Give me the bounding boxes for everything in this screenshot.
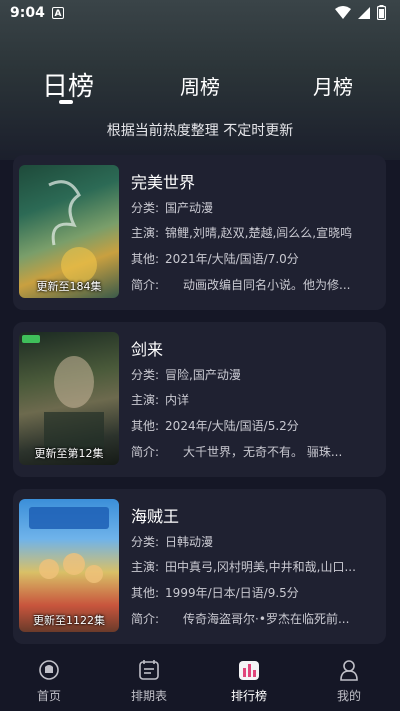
intro-value: 传奇海盗哥尔·•罗杰在临死前... xyxy=(183,612,350,626)
other-value: 1999年/日本/日语/9.5分 xyxy=(165,586,299,600)
episode-badge: 更新至184集 xyxy=(36,280,102,293)
cast-label: 主演: xyxy=(131,226,160,240)
category-row: 分类: 冒险,国产动漫 xyxy=(131,366,381,383)
intro-row: 简介: 动画改编自同名小说。他为修... xyxy=(131,276,381,293)
poster-image: 更新至第12集 xyxy=(19,332,119,465)
other-value: 2024年/大陆/国语/5.2分 xyxy=(165,419,299,433)
notification-icon: A xyxy=(52,7,64,19)
tab-daily[interactable]: 日榜 xyxy=(42,66,94,103)
other-label: 其他: xyxy=(131,586,160,600)
category-row: 分类: 国产动漫 xyxy=(131,199,381,216)
category-label: 分类: xyxy=(131,368,160,382)
category-label: 分类: xyxy=(131,535,160,549)
intro-row: 简介: 传奇海盗哥尔·•罗杰在临死前... xyxy=(131,610,381,627)
card-title: 剑来 xyxy=(131,340,164,359)
cast-label: 主演: xyxy=(131,393,160,407)
tab-indicator xyxy=(59,100,73,104)
status-time: 9:04 xyxy=(10,5,45,21)
ranking-card[interactable]: 更新至第12集 剑来 分类: 冒险,国产动漫 主演: 内详 其他: 2024年/大陆/… xyxy=(13,322,386,477)
nav-label: 排行榜 xyxy=(230,689,267,703)
category-label: 分类: xyxy=(131,201,160,215)
intro-label: 简介: xyxy=(131,445,160,459)
nav-ranking[interactable]: 排行榜 xyxy=(209,659,289,704)
nav-schedule[interactable]: 排期表 xyxy=(109,659,189,704)
card-title: 海贼王 xyxy=(131,507,180,526)
nav-label: 我的 xyxy=(336,689,361,703)
card-title: 完美世界 xyxy=(131,173,196,192)
category-value: 冒险,国产动漫 xyxy=(165,368,241,382)
cast-value: 田中真弓,冈村明美,中井和哉,山口... xyxy=(165,560,356,574)
schedule-icon xyxy=(139,660,159,680)
category-value: 国产动漫 xyxy=(165,201,214,215)
other-value: 2021年/大陆/国语/7.0分 xyxy=(165,252,299,266)
episode-badge: 更新至1122集 xyxy=(33,614,105,627)
ranking-card[interactable]: 更新至184集 完美世界 分类: 国产动漫 主演: 锦鲤,刘晴,赵双,楚越,闾么么,… xyxy=(13,155,386,310)
tab-weekly[interactable]: 周榜 xyxy=(180,71,220,100)
cast-label: 主演: xyxy=(131,560,160,574)
home-icon xyxy=(39,660,59,680)
other-row: 其他: 1999年/日本/日语/9.5分 xyxy=(131,584,381,601)
other-row: 其他: 2021年/大陆/国语/7.0分 xyxy=(131,250,381,267)
tab-monthly[interactable]: 月榜 xyxy=(313,71,353,100)
poster-image: 更新至1122集 xyxy=(19,499,119,632)
episode-badge: 更新至第12集 xyxy=(34,447,104,460)
cast-row: 主演: 锦鲤,刘晴,赵双,楚越,闾么么,宣晓鸣 xyxy=(131,224,381,241)
battery-icon xyxy=(377,5,386,20)
profile-icon xyxy=(340,660,358,681)
cast-value: 锦鲤,刘晴,赵双,楚越,闾么么,宣晓鸣 xyxy=(165,226,353,240)
cast-row: 主演: 内详 xyxy=(131,391,381,408)
ranking-icon xyxy=(239,661,259,680)
category-value: 日韩动漫 xyxy=(165,535,214,549)
nav-profile[interactable]: 我的 xyxy=(309,659,389,704)
wifi-icon xyxy=(335,5,351,19)
nav-label: 排期表 xyxy=(130,689,167,703)
other-row: 其他: 2024年/大陆/国语/5.2分 xyxy=(131,417,381,434)
intro-row: 简介: 大千世界，无奇不有。 骊珠... xyxy=(131,443,381,460)
cast-row: 主演: 田中真弓,冈村明美,中井和哉,山口... xyxy=(131,558,381,575)
ranking-subtitle: 根据当前热度整理 不定时更新 xyxy=(106,123,294,139)
category-row: 分类: 日韩动漫 xyxy=(131,533,381,550)
bottom-nav: 首页 排期表 排行榜 我的 xyxy=(0,655,400,711)
status-icons xyxy=(335,5,386,20)
signal-icon xyxy=(358,6,370,19)
intro-label: 简介: xyxy=(131,612,160,626)
nav-home[interactable]: 首页 xyxy=(9,659,89,704)
intro-value: 动画改编自同名小说。他为修... xyxy=(183,278,351,292)
ranking-card[interactable]: 更新至1122集 海贼王 分类: 日韩动漫 主演: 田中真弓,冈村明美,中井和哉,山… xyxy=(13,489,386,644)
other-label: 其他: xyxy=(131,252,160,266)
other-label: 其他: xyxy=(131,419,160,433)
status-bar: 9:04 A xyxy=(0,0,400,28)
nav-label: 首页 xyxy=(36,689,61,703)
poster-image: 更新至184集 xyxy=(19,165,119,298)
cast-value: 内详 xyxy=(165,393,190,407)
intro-label: 简介: xyxy=(131,278,160,292)
intro-value: 大千世界，无奇不有。 骊珠... xyxy=(183,445,343,459)
